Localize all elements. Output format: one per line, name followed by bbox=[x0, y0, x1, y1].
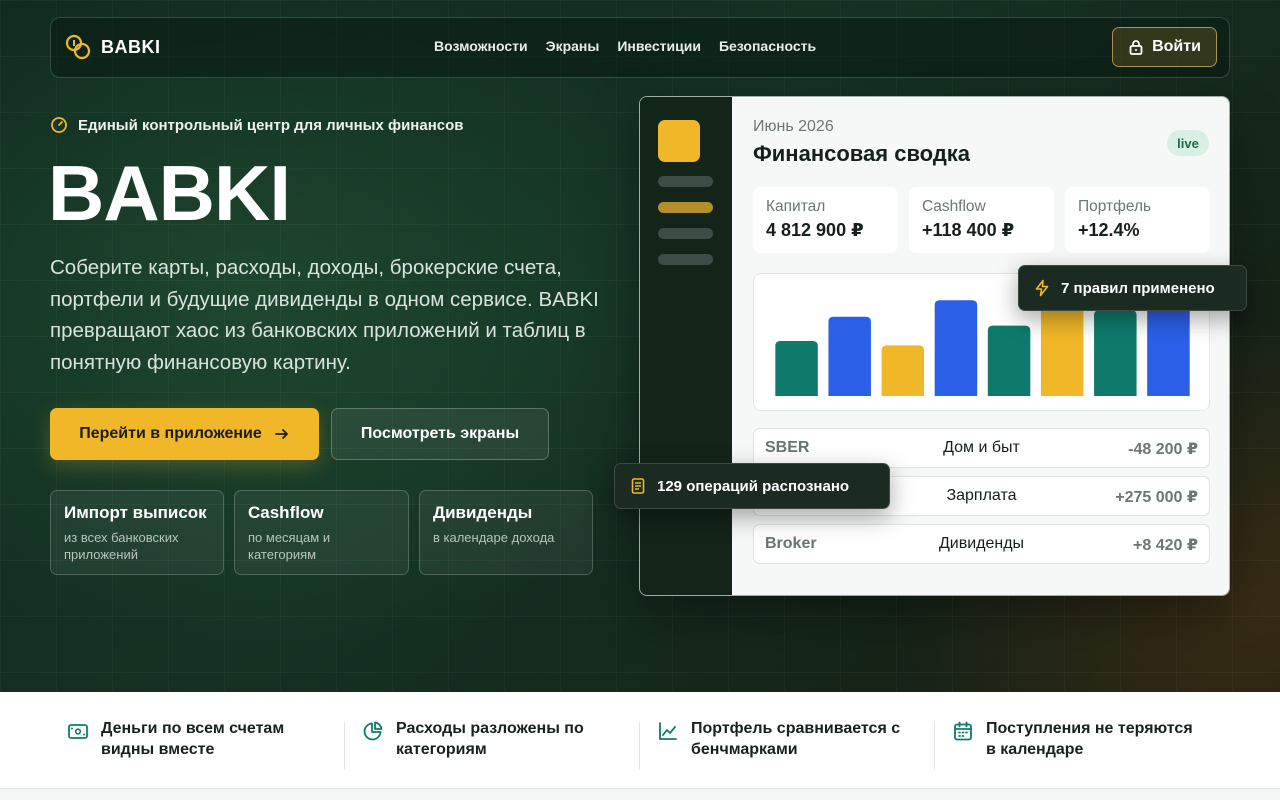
operations-recognized-toast: 129 операций распознано bbox=[614, 463, 890, 509]
dashboard-sidebar bbox=[640, 97, 732, 595]
benefit-text: Поступления не теряются в календаре bbox=[986, 720, 1193, 758]
go-to-app-button[interactable]: Перейти в приложение bbox=[50, 408, 319, 460]
hero-section: BABKI Возможности Экраны Инвестиции Безо… bbox=[0, 0, 1280, 692]
chart-bar bbox=[828, 316, 871, 396]
lightning-icon bbox=[1035, 279, 1049, 297]
rules-applied-toast: 7 правил применено bbox=[1018, 265, 1247, 311]
transaction-row[interactable]: Broker Дивиденды +8 420 ₽ bbox=[753, 524, 1210, 564]
benefit-item: Портфель сравнивается с бенчмарками bbox=[657, 718, 911, 760]
stat-capital: Капитал 4 812 900 ₽ bbox=[753, 187, 898, 253]
tagline-text: Единый контрольный центр для личных фина… bbox=[78, 116, 464, 134]
go-to-app-label: Перейти в приложение bbox=[79, 425, 262, 442]
chart-bar bbox=[1040, 300, 1084, 396]
stat-label: Cashflow bbox=[922, 198, 986, 215]
line-chart-icon bbox=[659, 722, 677, 740]
feature-title: Импорт выписок bbox=[64, 503, 207, 522]
menu-item-features[interactable]: Возможности bbox=[434, 38, 528, 54]
view-screens-label: Посмотреть экраны bbox=[360, 425, 520, 442]
feature-card-cashflow: Cashflow по месяцам и категориям bbox=[234, 490, 409, 575]
sidebar-item-active bbox=[658, 202, 713, 213]
live-badge: live bbox=[1167, 130, 1209, 156]
feature-subtitle: по месяцам и категориям bbox=[248, 530, 331, 562]
feature-subtitle: из всех банковских приложений bbox=[64, 530, 179, 562]
transaction-amount: -48 200 ₽ bbox=[1128, 441, 1198, 458]
transaction-row[interactable]: SBER Дом и быт -48 200 ₽ bbox=[753, 428, 1210, 468]
arrow-right-icon bbox=[274, 429, 288, 439]
sidebar-item bbox=[658, 254, 713, 265]
feature-title: Cashflow bbox=[248, 503, 324, 522]
login-label: Войти bbox=[1152, 38, 1201, 55]
gauge-icon bbox=[51, 117, 67, 133]
benefits-strip: Деньги по всем счетам видны вместе Расхо… bbox=[0, 692, 1280, 789]
chart-bar bbox=[881, 345, 925, 396]
login-button[interactable]: Войти bbox=[1112, 27, 1217, 67]
dashboard-main: Июнь 2026 Финансовая сводка live Капитал… bbox=[732, 97, 1229, 595]
view-screens-button[interactable]: Посмотреть экраны bbox=[331, 408, 549, 460]
hero-description: Соберите карты, расходы, доходы, брокерс… bbox=[50, 256, 599, 374]
chart-bar bbox=[934, 300, 978, 396]
divider bbox=[344, 722, 345, 770]
transaction-amount: +8 420 ₽ bbox=[1133, 537, 1198, 554]
feature-card-import: Импорт выписок из всех банковских прилож… bbox=[50, 490, 224, 575]
brand-name: BABKI bbox=[101, 36, 161, 57]
dashboard-title: Финансовая сводка bbox=[753, 141, 971, 166]
divider bbox=[639, 722, 640, 770]
main-menu: Возможности Экраны Инвестиции Безопаснос… bbox=[434, 38, 816, 54]
sidebar-item bbox=[658, 176, 713, 187]
chart-bar bbox=[1094, 310, 1137, 396]
divider bbox=[934, 722, 935, 770]
transaction-amount: +275 000 ₽ bbox=[1115, 489, 1198, 506]
wallet-icon bbox=[68, 724, 88, 739]
stat-label: Портфель bbox=[1078, 198, 1152, 215]
benefit-item: Деньги по всем счетам видны вместе bbox=[67, 718, 321, 760]
lock-icon bbox=[1129, 40, 1143, 55]
feature-subtitle: в календаре дохода bbox=[433, 530, 555, 545]
stat-value: +118 400 ₽ bbox=[922, 220, 1015, 240]
sidebar-logo-block bbox=[658, 120, 700, 162]
tagline: Единый контрольный центр для личных фина… bbox=[50, 116, 464, 134]
stat-portfolio: Портфель +12.4% bbox=[1065, 187, 1210, 253]
rules-applied-text: 7 правил применено bbox=[1061, 279, 1215, 297]
calendar-icon bbox=[954, 721, 972, 741]
dashboard-preview: Июнь 2026 Финансовая сводка live Капитал… bbox=[639, 96, 1230, 596]
stat-label: Капитал bbox=[766, 198, 826, 215]
top-nav: BABKI Возможности Экраны Инвестиции Безо… bbox=[50, 17, 1230, 78]
hero-title: BABKI bbox=[48, 149, 291, 237]
operations-recognized-text: 129 операций распознано bbox=[657, 477, 850, 495]
sidebar-item bbox=[658, 228, 713, 239]
stat-value: 4 812 900 ₽ bbox=[766, 220, 864, 240]
benefit-item: Поступления не теряются в календаре bbox=[952, 718, 1206, 760]
menu-item-security[interactable]: Безопасность bbox=[719, 38, 816, 54]
pie-chart-icon bbox=[363, 721, 383, 741]
benefit-text: Расходы разложены по категориям bbox=[396, 720, 584, 758]
stat-cashflow: Cashflow +118 400 ₽ bbox=[909, 187, 1054, 253]
receipt-icon bbox=[631, 478, 645, 494]
benefit-text: Портфель сравнивается с бенчмарками bbox=[691, 720, 901, 758]
chart-bar bbox=[775, 341, 818, 396]
menu-item-screens[interactable]: Экраны bbox=[546, 38, 600, 54]
menu-item-investments[interactable]: Инвестиции bbox=[617, 38, 701, 54]
coins-icon bbox=[65, 34, 91, 60]
chart-bar bbox=[987, 325, 1031, 396]
feature-card-dividends: Дивиденды в календаре дохода bbox=[419, 490, 593, 575]
feature-title: Дивиденды bbox=[433, 503, 533, 522]
stat-value: +12.4% bbox=[1078, 220, 1140, 240]
benefit-item: Расходы разложены по категориям bbox=[362, 718, 616, 760]
dashboard-date: Июнь 2026 bbox=[753, 118, 834, 135]
footer-edge bbox=[0, 789, 1280, 800]
logo[interactable]: BABKI bbox=[65, 34, 161, 60]
benefit-text: Деньги по всем счетам видны вместе bbox=[101, 720, 285, 758]
